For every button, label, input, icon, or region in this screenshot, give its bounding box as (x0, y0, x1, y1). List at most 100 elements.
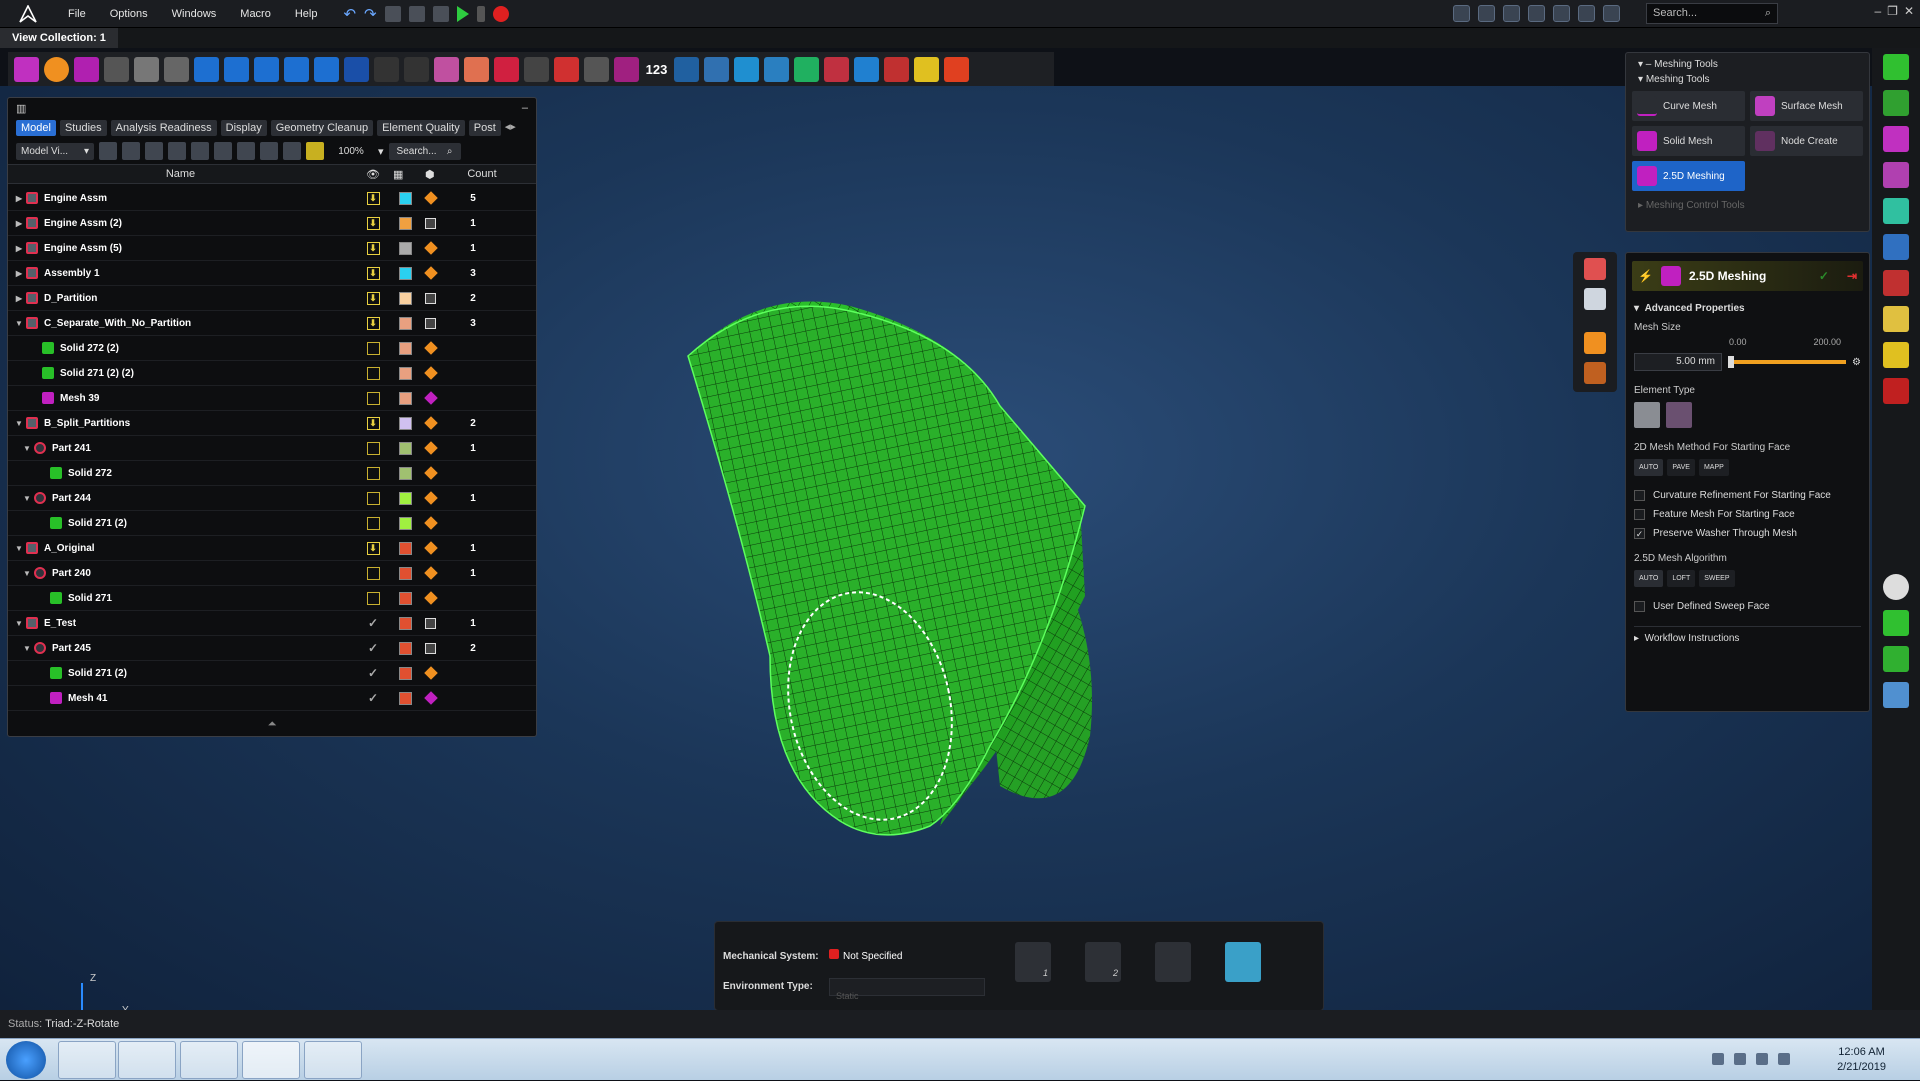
start-button[interactable] (6, 1041, 46, 1079)
expand-arrow-icon[interactable]: ▶ (12, 219, 26, 228)
visibility-toggle-icon[interactable] (366, 566, 380, 580)
run-icon[interactable] (1155, 942, 1191, 982)
checklist-icon[interactable]: 1 (1015, 942, 1051, 982)
cube-property-icon[interactable] (423, 666, 438, 680)
layers-icon[interactable] (764, 56, 789, 82)
browser-row[interactable]: ▼ E_Test ✓ 1 (8, 611, 536, 636)
cube-icon[interactable] (134, 56, 159, 82)
axis-icon[interactable] (824, 56, 849, 82)
visibility-toggle-icon[interactable] (366, 591, 380, 605)
method-pave[interactable]: PAVE (1667, 459, 1695, 476)
hide-icon[interactable] (214, 142, 232, 160)
tab-scroll-icon[interactable]: ◂▸ (505, 120, 516, 136)
hex-element-icon[interactable] (1634, 402, 1660, 428)
browser-row[interactable]: ▼ B_Split_Partitions ⬇ 2 (8, 411, 536, 436)
meshing-control-tools[interactable]: ▸ Meshing Control Tools (1632, 200, 1863, 211)
user-defined-sweep-checkbox[interactable]: User Defined Sweep Face (1634, 601, 1861, 612)
info-icon[interactable] (1478, 5, 1495, 22)
row-name[interactable]: C_Separate_With_No_Partition (44, 318, 191, 329)
visibility-toggle-icon[interactable] (366, 491, 380, 505)
dimension-icon[interactable] (674, 56, 699, 82)
select-box-icon[interactable] (284, 56, 309, 82)
column-property[interactable]: ⬢ (425, 168, 457, 181)
ruler-icon[interactable] (704, 56, 729, 82)
maximize-button[interactable]: ❐ (1887, 4, 1898, 18)
view-select[interactable]: Model Vi... ▾ (16, 142, 94, 160)
redo-icon[interactable]: ↷ (364, 5, 377, 23)
browser-row[interactable]: ▶ Engine Assm ⬇ 5 (8, 186, 536, 211)
window-icon[interactable] (1453, 5, 1470, 22)
export-icon[interactable] (1553, 5, 1570, 22)
checkbox-box[interactable] (1634, 601, 1645, 612)
method-mapp[interactable]: MAPP (1698, 459, 1729, 476)
exit-icon[interactable]: ⇥ (1847, 269, 1857, 283)
pencil-icon[interactable] (1883, 306, 1909, 332)
property-square-icon[interactable] (425, 317, 436, 329)
color-swatch[interactable] (399, 416, 412, 430)
meshing-tools-header[interactable]: ▾ – Meshing Tools (1632, 57, 1863, 72)
checkbox-box[interactable] (1634, 490, 1645, 501)
cube-property-icon[interactable] (423, 266, 438, 280)
cube-view-icon[interactable] (1584, 332, 1606, 354)
align-icon[interactable] (734, 56, 759, 82)
open-icon[interactable] (384, 5, 401, 22)
checkbox-checked-icon[interactable]: ✓ (1634, 528, 1645, 539)
algo-auto[interactable]: AUTO (1634, 570, 1664, 587)
advanced-properties-toggle[interactable]: ▾ Advanced Properties (1634, 303, 1861, 314)
row-name[interactable]: Solid 271 (2) (68, 668, 127, 679)
select-line-icon[interactable] (254, 56, 279, 82)
record-icon[interactable] (492, 5, 509, 22)
tet-element-icon[interactable] (1666, 402, 1692, 428)
color-swatch[interactable] (399, 691, 412, 705)
chrome-taskbar-icon[interactable] (58, 1041, 116, 1079)
expand-arrow-icon[interactable]: ▼ (20, 644, 34, 653)
meshing-tools-section[interactable]: ▾ Meshing Tools (1632, 72, 1863, 87)
browser-search-input[interactable]: Search... ⌕ (388, 142, 461, 160)
browser-row[interactable]: ▶ D_Partition ⬇ 2 (8, 286, 536, 311)
browser-row[interactable]: ▼ A_Original ⬇ 1 (8, 536, 536, 561)
visibility-toggle-icon[interactable]: ⬇ (366, 541, 380, 555)
surface-mesh-button[interactable]: Surface Mesh (1750, 91, 1863, 121)
row-name[interactable]: B_Split_Partitions (44, 418, 130, 429)
browser-row[interactable]: ▼ Part 240 1 (8, 561, 536, 586)
color-swatch[interactable] (399, 441, 412, 455)
cube-property-icon[interactable] (423, 541, 438, 555)
row-name[interactable]: Part 241 (52, 443, 91, 454)
color-swatch[interactable] (399, 291, 412, 305)
expand-arrow-icon[interactable]: ▼ (12, 544, 26, 553)
constraint-icon[interactable] (524, 56, 549, 82)
menu-options[interactable]: Options (98, 0, 160, 28)
view-collection-tab[interactable]: View Collection: 1 (0, 28, 118, 48)
curve-mesh-button[interactable]: Curve Mesh (1632, 91, 1745, 121)
sort-icon[interactable] (237, 142, 255, 160)
browser-row[interactable]: ▶ Engine Assm (2) ⬇ 1 (8, 211, 536, 236)
expand-arrow-icon[interactable]: ▶ (12, 269, 26, 278)
taskbar-clock[interactable]: 12:06 AM 2/21/2019 (1837, 1045, 1886, 1075)
color-swatch[interactable] (399, 366, 412, 380)
browser-row[interactable]: Mesh 41 ✓ (8, 686, 536, 711)
workflow-instructions-toggle[interactable]: ▸ Workflow Instructions (1634, 626, 1861, 644)
save-icon[interactable] (432, 5, 449, 22)
row-name[interactable]: Solid 271 (68, 593, 112, 604)
numbering-button[interactable]: 123 (644, 62, 669, 77)
color-swatch[interactable] (399, 641, 412, 655)
list-icon[interactable] (283, 142, 301, 160)
visibility-toggle-icon[interactable]: ⬇ (366, 241, 380, 255)
tab-analysis-readiness[interactable]: Analysis Readiness (110, 120, 217, 136)
visibility-toggle-icon[interactable] (366, 391, 380, 405)
coordinate-icon[interactable] (884, 56, 909, 82)
material-sphere-icon[interactable] (1883, 574, 1909, 600)
column-name[interactable]: Name (8, 168, 353, 180)
close-button[interactable]: ✕ (1904, 4, 1914, 18)
browser-collapse-button[interactable]: – (522, 102, 528, 114)
color-swatch[interactable] (399, 391, 412, 405)
row-name[interactable]: Part 244 (52, 493, 91, 504)
row-name[interactable]: Part 240 (52, 568, 91, 579)
2-5d-meshing-button[interactable]: 2.5D Meshing (1632, 161, 1745, 191)
menu-windows[interactable]: Windows (160, 0, 229, 28)
node-create-button[interactable]: Node Create (1750, 126, 1863, 156)
probe-icon[interactable] (854, 56, 879, 82)
visible-check-icon[interactable]: ✓ (368, 616, 378, 630)
mechanical-system-value[interactable]: Not Specified (829, 942, 985, 972)
color-swatch[interactable] (399, 191, 412, 205)
